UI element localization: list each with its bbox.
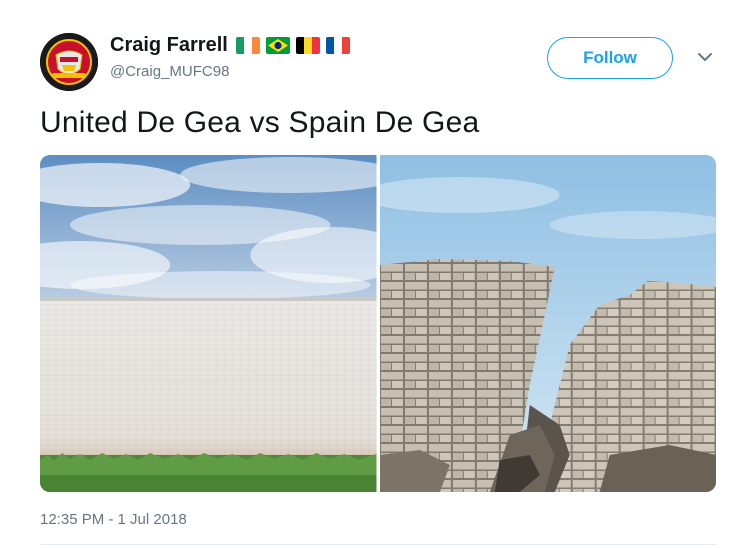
- ireland-flag-icon: [235, 37, 260, 54]
- tweet-media[interactable]: [40, 155, 716, 492]
- chevron-down-icon[interactable]: [696, 50, 714, 64]
- intact-wall-photo[interactable]: [40, 155, 377, 492]
- follow-button[interactable]: Follow: [547, 37, 673, 79]
- flag-emojis: [235, 37, 350, 54]
- broken-wall-photo[interactable]: [379, 155, 717, 492]
- user-handle[interactable]: @Craig_MUFC98: [110, 63, 229, 80]
- manchester-united-crest-icon: [40, 33, 98, 91]
- divider: [40, 544, 716, 545]
- tweet-timestamp[interactable]: 12:35 PM - 1 Jul 2018: [40, 511, 187, 528]
- tweet-text: United De Gea vs Spain De Gea: [40, 106, 480, 139]
- display-name[interactable]: Craig Farrell: [110, 34, 228, 57]
- avatar[interactable]: [40, 33, 98, 91]
- belgium-flag-icon: [295, 37, 320, 54]
- brazil-flag-icon: [265, 37, 290, 54]
- france-flag-icon: [325, 37, 350, 54]
- author-name-row: Craig Farrell: [110, 34, 350, 57]
